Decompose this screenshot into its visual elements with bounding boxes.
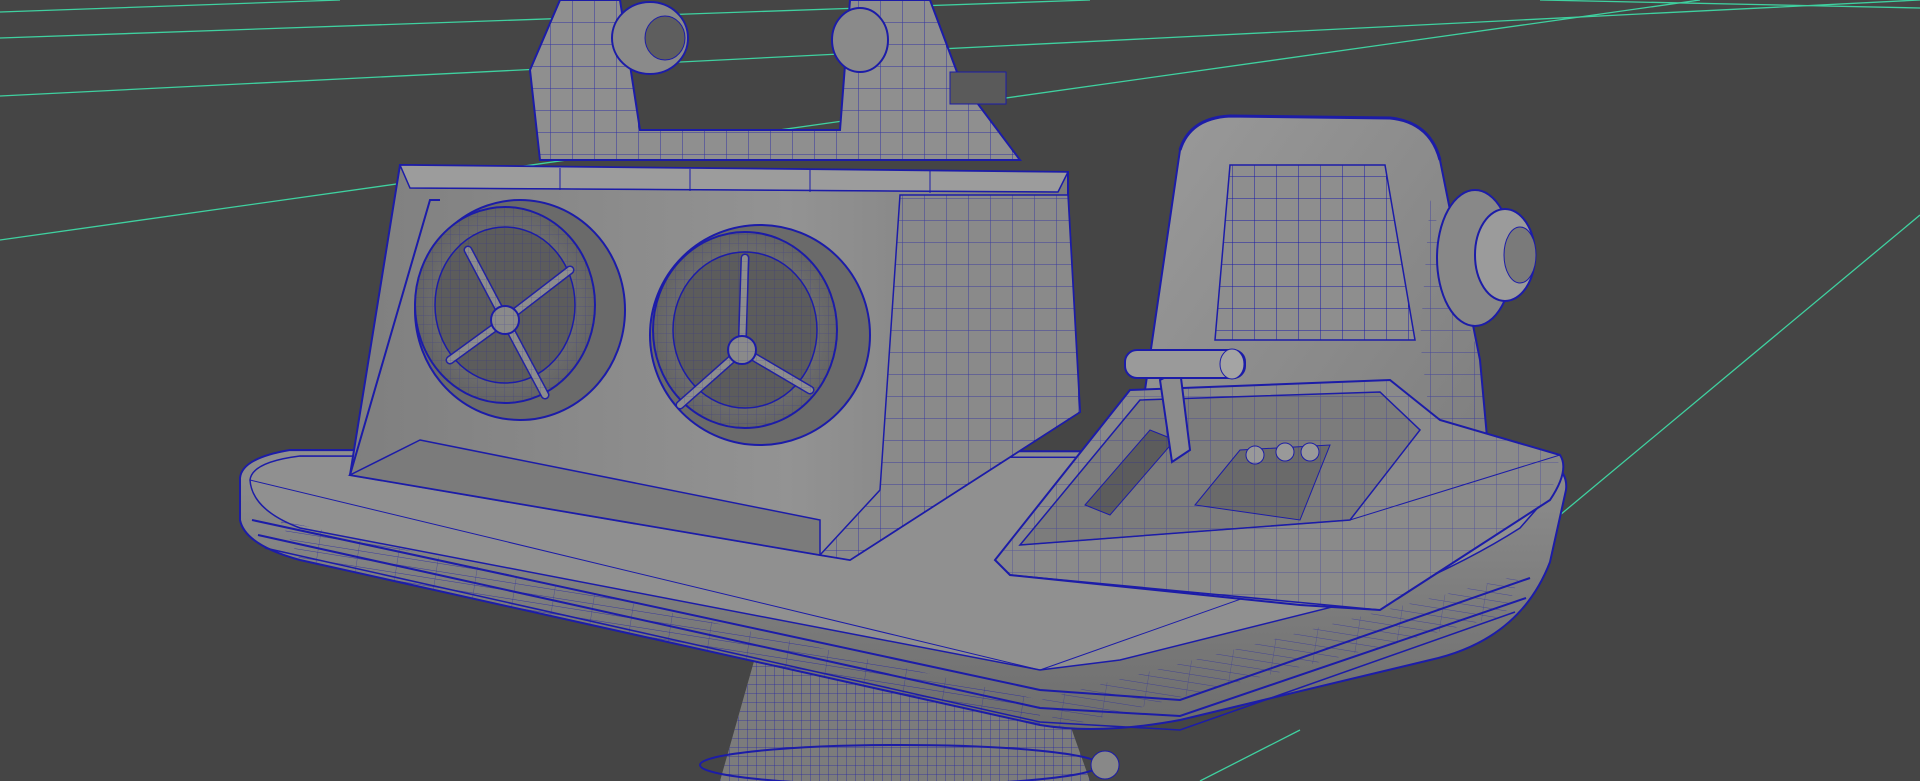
side-knob[interactable] xyxy=(1436,189,1537,327)
yoke-knob-right xyxy=(831,7,889,73)
upper-yoke-bracket[interactable] xyxy=(528,0,1022,161)
grid-line xyxy=(0,0,341,13)
grid-line xyxy=(1559,214,1920,516)
3d-viewport[interactable] xyxy=(0,0,1920,781)
viewport-canvas[interactable] xyxy=(0,0,1920,781)
grid-line xyxy=(1199,729,1301,781)
wheel-left[interactable] xyxy=(414,199,626,421)
wheel-right[interactable] xyxy=(649,224,871,446)
grid-line xyxy=(1539,0,1920,9)
